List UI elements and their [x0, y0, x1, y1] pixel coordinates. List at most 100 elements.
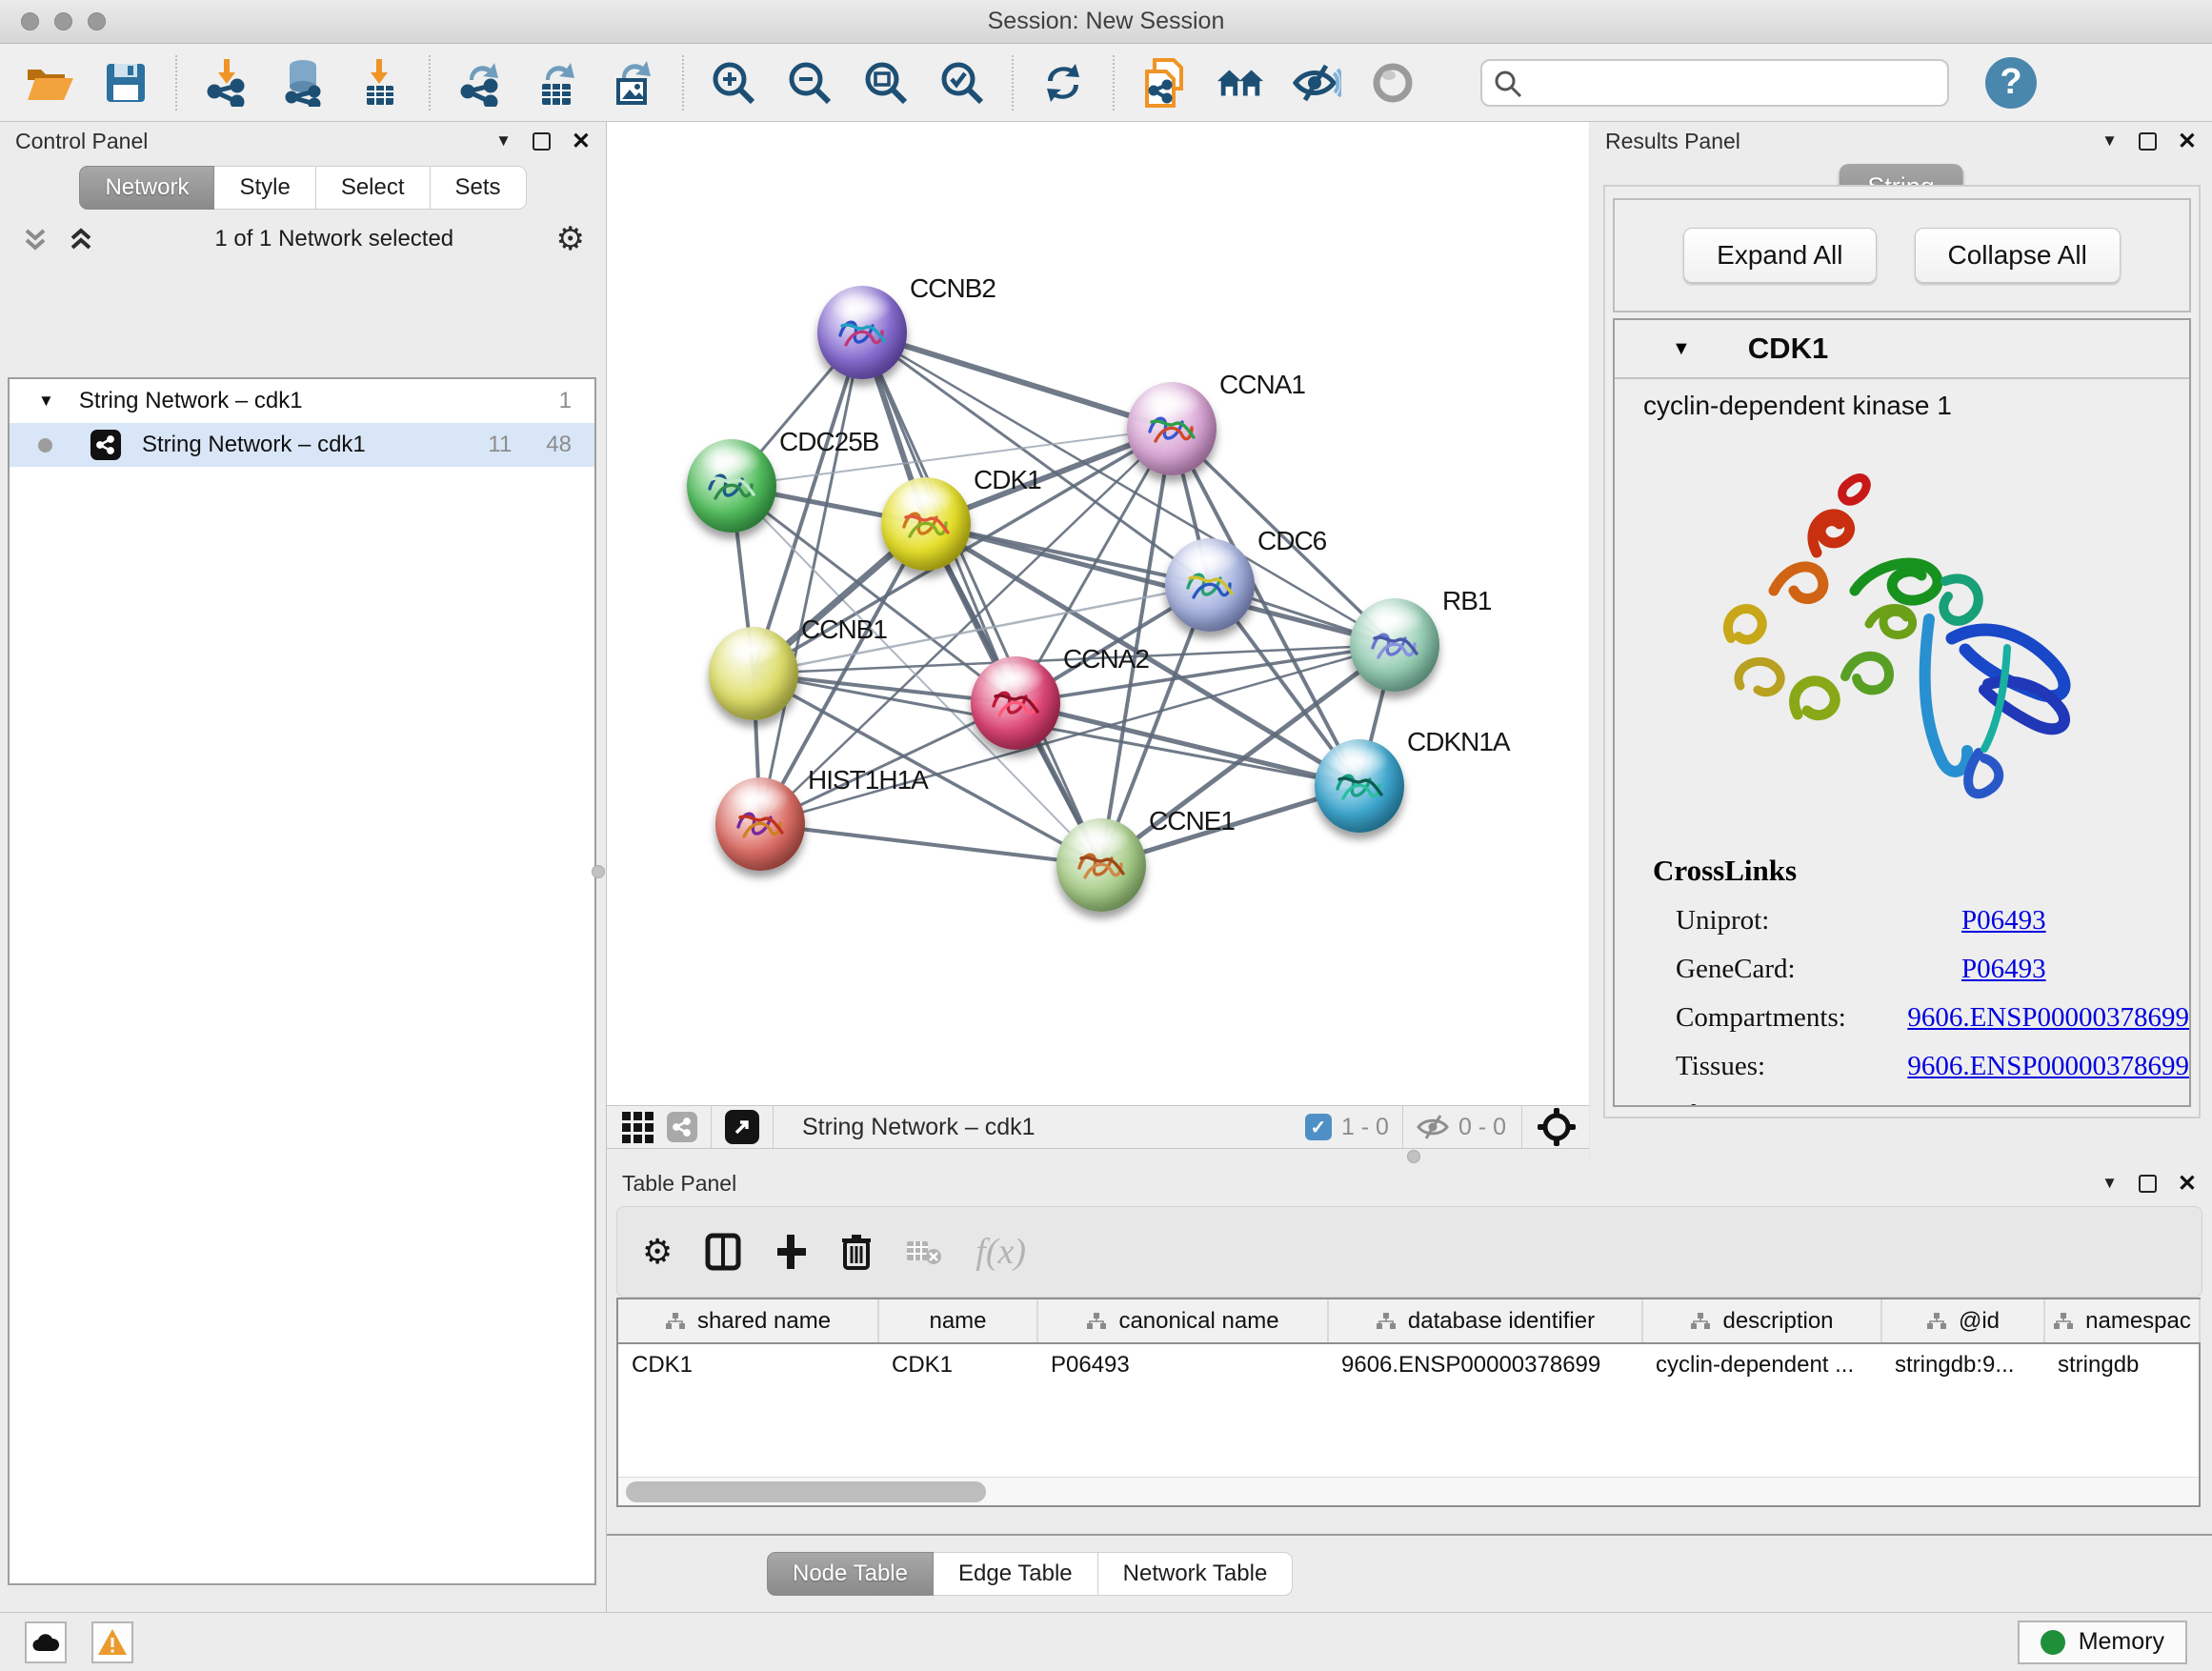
gene-expander-icon[interactable]: ▼ — [1672, 338, 1691, 360]
delete-column-trash-icon[interactable] — [840, 1232, 873, 1272]
left-splitter-handle[interactable] — [592, 865, 605, 878]
hide-selected-button[interactable] — [1292, 58, 1341, 108]
expand-all-icon[interactable] — [67, 225, 95, 253]
table-cell[interactable]: P06493 — [1037, 1343, 1328, 1385]
collection-expander-icon[interactable]: ▼ — [38, 392, 54, 411]
network-options-gear-icon[interactable]: ⚙ — [556, 223, 585, 255]
crosslink-link[interactable]: 9606.ENSP00000378699 — [1907, 1051, 2189, 1082]
node-CDC25B[interactable] — [687, 439, 776, 533]
tab-network[interactable]: Network — [79, 166, 214, 210]
table-cell[interactable]: stringdb — [2044, 1343, 2200, 1385]
cloud-status-button[interactable] — [25, 1621, 67, 1663]
node-CDC6[interactable] — [1165, 538, 1255, 632]
open-in-new-window-icon[interactable] — [725, 1110, 759, 1144]
close-window-button[interactable] — [21, 12, 39, 30]
splitter-handle[interactable] — [1407, 1150, 1420, 1163]
export-network-button[interactable] — [455, 58, 505, 108]
node-CCNA2[interactable] — [971, 656, 1060, 750]
network-row-selected[interactable]: String Network – cdk1 11 48 — [10, 423, 594, 467]
tab-select[interactable]: Select — [316, 166, 431, 210]
memory-button[interactable]: Memory — [2018, 1621, 2187, 1664]
node-HIST1H1A[interactable] — [715, 777, 805, 871]
panel-splitter-horizontal[interactable] — [607, 1149, 1589, 1164]
node-RB1[interactable] — [1350, 598, 1439, 692]
panel-close-icon[interactable]: ✕ — [572, 128, 591, 155]
node-CDK1[interactable] — [881, 477, 971, 571]
network-canvas[interactable]: CCNB2CCNA1CDC25BCDK1CDC6RB1CCNB1CCNA2CDK… — [607, 122, 1589, 1105]
table-cell[interactable]: 9606.ENSP00000378699 — [1328, 1343, 1642, 1385]
tab-sets[interactable]: Sets — [431, 166, 527, 210]
zoom-selected-button[interactable] — [937, 58, 987, 108]
results-float-icon[interactable] — [2139, 132, 2157, 151]
collapse-all-icon[interactable] — [21, 225, 50, 253]
crosslink-link[interactable]: P06493 — [1961, 954, 2046, 985]
table-settings-gear-icon[interactable]: ⚙ — [642, 1232, 673, 1272]
column-header-description[interactable]: description — [1642, 1299, 1881, 1343]
birdseye-grid-icon[interactable] — [622, 1112, 654, 1143]
import-table-button[interactable] — [354, 58, 404, 108]
table-cell[interactable]: stringdb:9... — [1881, 1343, 2044, 1385]
add-column-icon[interactable] — [774, 1233, 808, 1271]
table-cell[interactable]: CDK1 — [618, 1343, 878, 1385]
tab-edge-table[interactable]: Edge Table — [934, 1552, 1098, 1596]
import-network-button[interactable] — [202, 58, 251, 108]
gene-header[interactable]: ▼ CDK1 — [1615, 320, 2189, 379]
column-header-database-identifier[interactable]: database identifier — [1328, 1299, 1642, 1343]
table-cell[interactable]: cyclin-dependent ... — [1642, 1343, 1881, 1385]
column-header-shared-name[interactable]: shared name — [618, 1299, 878, 1343]
panel-collapse-icon[interactable]: ▼ — [495, 131, 512, 151]
show-all-button[interactable] — [1368, 58, 1418, 108]
copy-network-button[interactable] — [1139, 58, 1189, 108]
export-image-button[interactable] — [608, 58, 657, 108]
node-CCNB1[interactable] — [709, 627, 798, 720]
table-float-icon[interactable] — [2139, 1175, 2157, 1193]
results-close-icon[interactable]: ✕ — [2178, 128, 2197, 155]
window-controls[interactable] — [21, 12, 106, 30]
home-networks-button[interactable] — [1216, 58, 1265, 108]
help-button[interactable]: ? — [1985, 57, 2037, 109]
node-CCNE1[interactable] — [1056, 818, 1146, 912]
tab-node-table[interactable]: Node Table — [767, 1552, 934, 1596]
edge-CCNB2-HIST1H1A[interactable] — [760, 332, 862, 824]
selected-count-badge[interactable]: ✓ 1 - 0 — [1305, 1114, 1389, 1141]
node-CCNB2[interactable] — [817, 286, 907, 379]
table-row[interactable]: CDK1CDK1P064939606.ENSP00000378699cyclin… — [618, 1343, 2200, 1385]
table-collapse-icon[interactable]: ▼ — [2101, 1174, 2118, 1193]
table-horizontal-scrollbar[interactable] — [618, 1477, 2199, 1505]
show-columns-icon[interactable] — [705, 1233, 741, 1271]
edge-HIST1H1A-CCNE1[interactable] — [760, 824, 1101, 865]
node-CCNA1[interactable] — [1127, 382, 1217, 475]
fit-content-crosshair-icon[interactable] — [1536, 1106, 1578, 1148]
table-cell[interactable]: CDK1 — [878, 1343, 1037, 1385]
zoom-out-button[interactable] — [785, 58, 835, 108]
search-input[interactable] — [1480, 59, 1949, 107]
crosslink-link[interactable]: P06493 — [1961, 1099, 2046, 1107]
export-table-button[interactable] — [532, 58, 581, 108]
column-header-name[interactable]: name — [878, 1299, 1037, 1343]
crosslink-link[interactable]: P06493 — [1961, 905, 2046, 936]
warnings-button[interactable] — [91, 1621, 133, 1663]
node-CDKN1A[interactable] — [1315, 739, 1404, 833]
save-session-button[interactable] — [101, 58, 151, 108]
scrollbar-thumb[interactable] — [626, 1481, 986, 1502]
column-header-@id[interactable]: @id — [1881, 1299, 2044, 1343]
zoom-fit-button[interactable] — [861, 58, 911, 108]
column-header-canonical-name[interactable]: canonical name — [1037, 1299, 1328, 1343]
hidden-count-badge[interactable]: 0 - 0 — [1417, 1114, 1506, 1141]
tab-style[interactable]: Style — [214, 166, 315, 210]
results-collapse-icon[interactable]: ▼ — [2101, 131, 2118, 151]
minimize-window-button[interactable] — [54, 12, 72, 30]
table-close-icon[interactable]: ✕ — [2178, 1170, 2197, 1198]
network-share-icon[interactable] — [667, 1112, 697, 1142]
collapse-all-button[interactable]: Collapse All — [1915, 228, 2121, 283]
zoom-window-button[interactable] — [88, 12, 106, 30]
refresh-view-button[interactable] — [1038, 58, 1088, 108]
import-database-button[interactable] — [278, 58, 328, 108]
network-collection-row[interactable]: ▼ String Network – cdk1 1 — [10, 379, 594, 423]
zoom-in-button[interactable] — [709, 58, 758, 108]
column-header-namespac[interactable]: namespac — [2044, 1299, 2200, 1343]
panel-float-icon[interactable] — [533, 132, 551, 151]
crosslink-link[interactable]: 9606.ENSP00000378699 — [1907, 1002, 2189, 1034]
node-table-grid[interactable]: shared namenamecanonical namedatabase id… — [618, 1299, 2201, 1385]
expand-all-button[interactable]: Expand All — [1683, 228, 1876, 283]
